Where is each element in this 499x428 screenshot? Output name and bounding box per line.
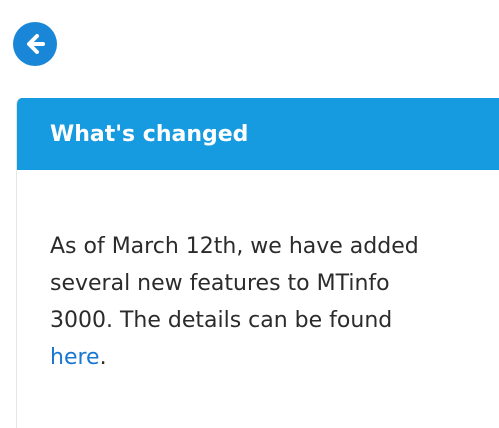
card-header: What's changed: [17, 98, 499, 170]
arrow-left-icon: [22, 31, 48, 57]
back-button[interactable]: [13, 22, 57, 66]
whats-changed-card: What's changed As of March 12th, we have…: [16, 98, 499, 428]
card-body-end: .: [99, 345, 107, 370]
card-title: What's changed: [50, 121, 249, 147]
card-body: As of March 12th, we have added several …: [17, 170, 470, 376]
details-link[interactable]: here: [50, 345, 100, 370]
card-body-text: As of March 12th, we have added several …: [50, 234, 419, 333]
